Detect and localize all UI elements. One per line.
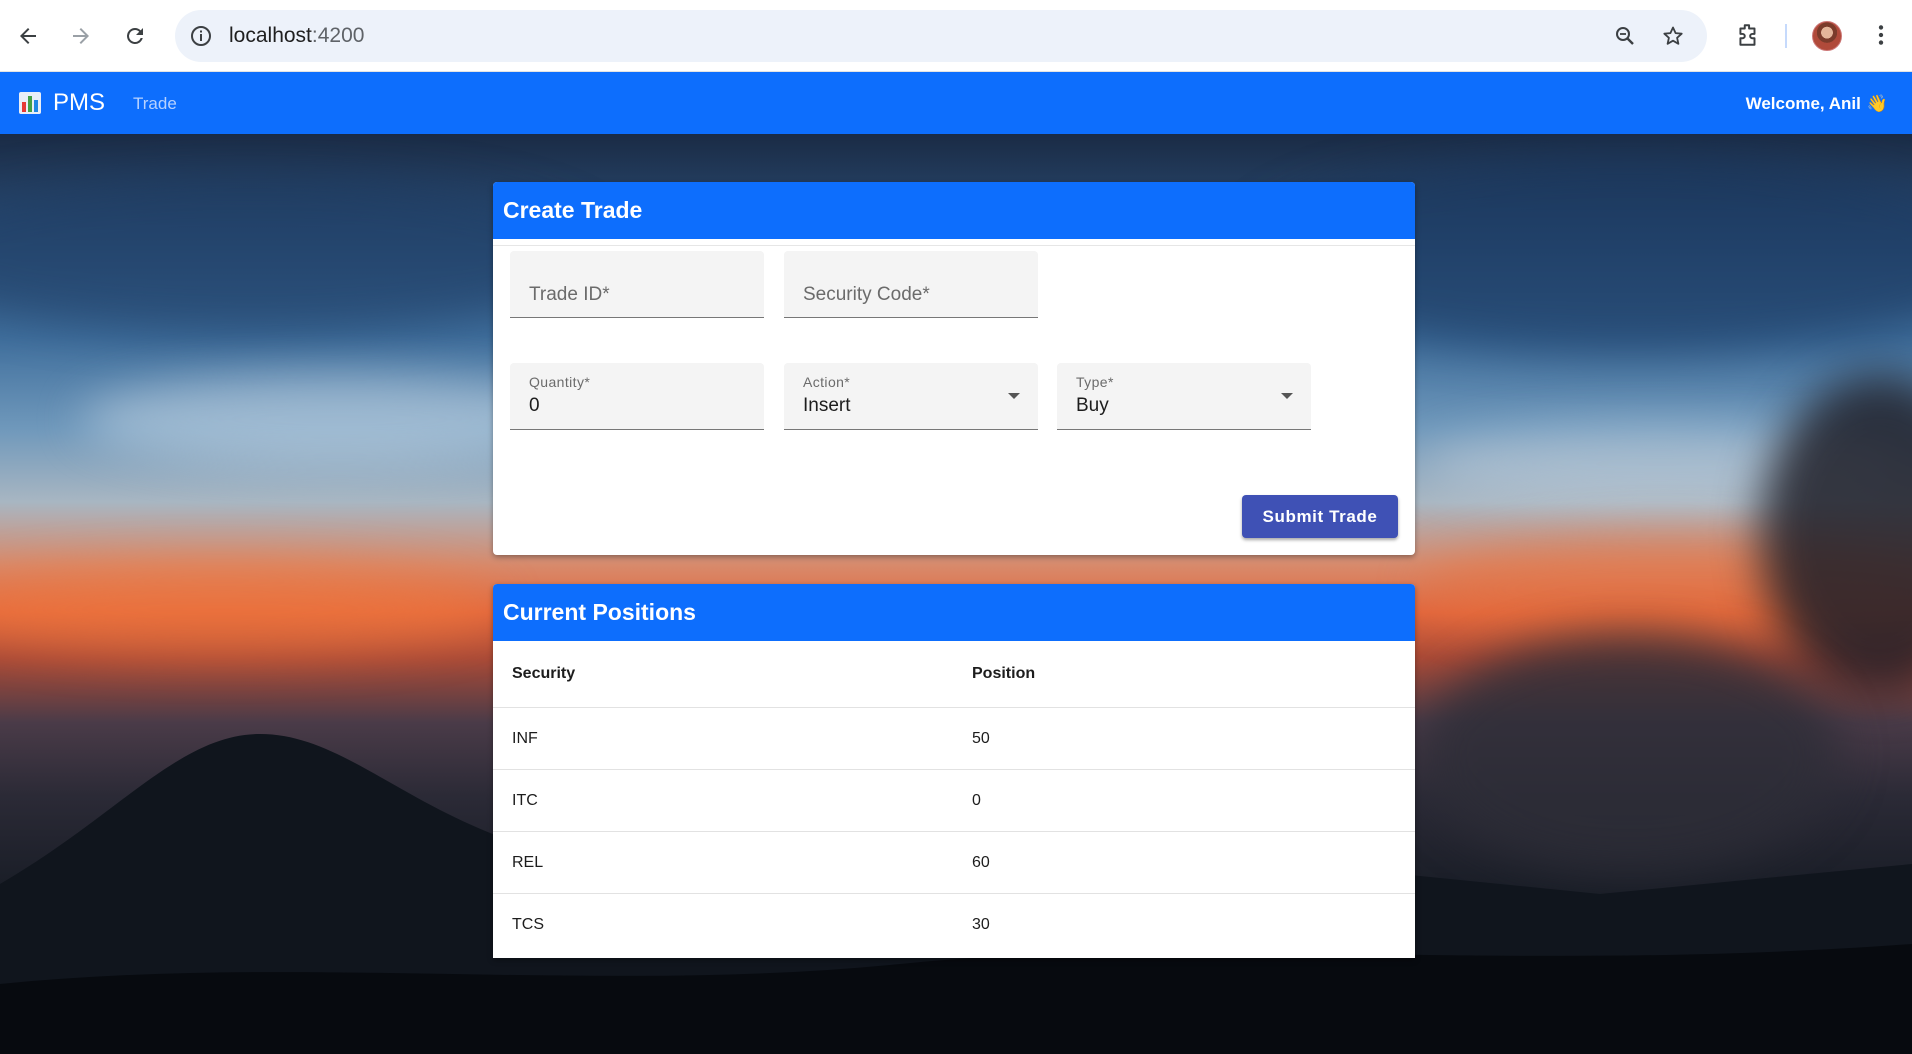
url-text: localhost:4200 — [229, 24, 365, 47]
nav-link-trade[interactable]: Trade — [133, 94, 177, 114]
brand-title[interactable]: PMS — [53, 89, 105, 117]
action-select[interactable]: Action* Insert — [784, 363, 1038, 430]
dropdown-caret-icon — [1008, 393, 1020, 399]
forward-arrow-icon[interactable] — [61, 16, 101, 56]
extensions-icon[interactable] — [1735, 22, 1761, 48]
security-cell: INF — [512, 729, 538, 747]
profile-avatar[interactable] — [1812, 21, 1842, 51]
current-positions-card: Current Positions Security Position INF … — [493, 584, 1415, 958]
reload-icon[interactable] — [115, 16, 155, 56]
action-label: Action* — [803, 374, 851, 390]
quantity-value: 0 — [529, 395, 540, 416]
quantity-field[interactable]: Quantity* 0 — [510, 363, 764, 430]
trade-id-label: Trade ID* — [529, 284, 610, 305]
app-navbar: PMS Trade Welcome, Anil 👋 — [0, 72, 1912, 134]
action-value: Insert — [803, 395, 851, 416]
position-cell: 0 — [972, 791, 981, 809]
quantity-label: Quantity* — [529, 374, 591, 390]
column-header-position: Position — [972, 665, 1036, 682]
trade-id-field[interactable]: Trade ID* — [510, 251, 764, 318]
type-select[interactable]: Type* Buy — [1057, 363, 1311, 430]
position-cell: 50 — [972, 729, 990, 747]
submit-trade-button[interactable]: Submit Trade — [1242, 495, 1398, 538]
type-value: Buy — [1076, 395, 1109, 416]
dropdown-caret-icon — [1281, 393, 1293, 399]
table-header-row: Security Position — [493, 641, 1415, 708]
security-cell: ITC — [512, 791, 538, 809]
zoom-icon[interactable] — [1613, 24, 1637, 48]
wave-icon: 👋 — [1866, 94, 1888, 113]
site-info-icon[interactable] — [189, 24, 213, 48]
kebab-menu-icon[interactable] — [1868, 22, 1894, 48]
position-cell: 60 — [972, 853, 990, 871]
table-row: ITC 0 — [493, 770, 1415, 832]
create-trade-title: Create Trade — [493, 182, 1415, 239]
type-label: Type* — [1076, 374, 1114, 390]
address-bar[interactable]: localhost:4200 — [175, 10, 1707, 62]
security-cell: TCS — [512, 916, 544, 933]
column-header-security: Security — [512, 665, 576, 682]
bar-chart-logo-icon[interactable] — [18, 91, 42, 115]
position-cell: 30 — [972, 916, 990, 933]
bookmark-star-icon[interactable] — [1661, 24, 1685, 48]
positions-table: Security Position INF 50 ITC 0 REL 60 TC… — [493, 641, 1415, 956]
browser-toolbar: localhost:4200 — [0, 0, 1912, 72]
table-row: INF 50 — [493, 708, 1415, 770]
security-code-label: Security Code* — [803, 284, 930, 305]
table-row: TCS 30 — [493, 894, 1415, 956]
toolbar-separator — [1785, 24, 1787, 48]
table-row: REL 60 — [493, 832, 1415, 894]
current-positions-title: Current Positions — [493, 584, 1415, 641]
welcome-message: Welcome, Anil 👋 — [1745, 94, 1888, 113]
card-divider — [493, 245, 1415, 246]
back-arrow-icon[interactable] — [8, 16, 48, 56]
security-cell: REL — [512, 853, 544, 871]
security-code-field[interactable]: Security Code* — [784, 251, 1038, 318]
